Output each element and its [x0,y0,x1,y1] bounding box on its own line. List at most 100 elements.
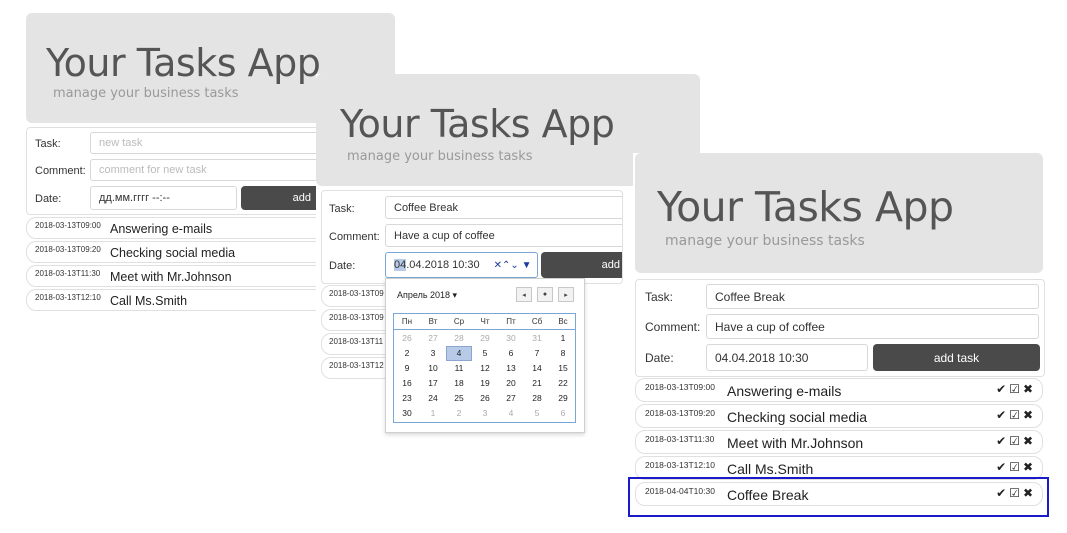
task-timestamp: 2018-03-13T12:10 [645,460,715,470]
calendar-day[interactable]: 31 [524,331,550,346]
check-icon[interactable]: ✔ [996,435,1006,447]
task-name: Meet with Mr.Johnson [727,435,864,451]
app-title: Your Tasks App [340,102,615,146]
app-title: Your Tasks App [657,183,954,231]
delete-icon[interactable]: ✖ [1023,409,1033,421]
add-task-button[interactable]: add [241,186,327,210]
calendar-day[interactable]: 15 [550,361,576,376]
calendar-day[interactable]: 5 [472,346,498,361]
panel-result: Your Tasks App manage your business task… [633,153,1045,523]
calendar-day[interactable]: 30 [498,331,524,346]
edit-icon[interactable]: ☑ [1009,435,1020,447]
comment-label: Comment: [645,320,701,334]
calendar-day[interactable]: 25 [446,391,472,406]
calendar-day[interactable]: 24 [420,391,446,406]
add-task-button[interactable]: add task [873,344,1040,371]
calendar-day[interactable]: 2 [394,346,420,361]
comment-input[interactable]: Have a cup of coffee [706,314,1039,339]
task-timestamp: 2018-03-13T12 [329,361,384,370]
calendar-day[interactable]: 20 [498,376,524,391]
calendar-day[interactable]: 6 [550,406,576,421]
calendar-popup[interactable]: Апрель 2018 ▾ ◂ ● ▸ Пн Вт Ср Чт Пт Сб Вс 26 27 28… [385,278,585,433]
task-input[interactable]: Coffee Break [385,196,622,219]
calendar-day[interactable]: 26 [394,331,420,346]
edit-icon[interactable]: ☑ [1009,383,1020,395]
date-input-focused[interactable]: 04 .04.2018 10:30 ✕⌃⌄ ▼ [385,252,538,278]
prev-month-button[interactable]: ◂ [516,287,532,302]
calendar-day[interactable]: 23 [394,391,420,406]
weekday-header: Пн [401,317,413,326]
date-controls-icon[interactable]: ✕⌃⌄ ▼ [494,260,532,271]
calendar-day[interactable]: 28 [524,391,550,406]
comment-input[interactable]: comment for new task [90,159,327,181]
task-row[interactable]: 2018-03-13T12:10 Call Ms.Smith [26,289,326,311]
calendar-day[interactable]: 1 [420,406,446,421]
calendar-day[interactable]: 13 [498,361,524,376]
task-row[interactable]: 2018-03-13T09:20 Checking social media [26,241,326,263]
weekday-header: Вт [428,317,438,326]
task-timestamp: 2018-03-13T09 [329,289,384,298]
task-input[interactable]: new task [90,132,327,154]
calendar-day[interactable]: 19 [472,376,498,391]
calendar-day[interactable]: 12 [472,361,498,376]
calendar-day[interactable]: 11 [446,361,472,376]
calendar-day[interactable]: 4 [498,406,524,421]
date-day-segment[interactable]: 04 [394,259,407,271]
calendar-day[interactable]: 5 [524,406,550,421]
task-row[interactable]: 2018-03-13T11:30 Meet with Mr.Johnson ✔ ☑ ✖ [635,430,1043,454]
date-label: Date: [645,351,674,365]
task-row[interactable]: 2018-03-13T09:00 Answering e-mails [26,217,326,239]
calendar-day[interactable]: 26 [472,391,498,406]
check-icon[interactable]: ✔ [996,461,1006,473]
calendar-day[interactable]: 29 [550,391,576,406]
month-selector[interactable]: Апрель 2018 ▾ [397,290,457,301]
calendar-day[interactable]: 7 [524,346,550,361]
jumbotron: Your Tasks App manage your business task… [635,153,1043,273]
date-input[interactable]: 04.04.2018 10:30 [706,344,868,371]
task-input[interactable]: Coffee Break [706,284,1039,309]
check-icon[interactable]: ✔ [996,383,1006,395]
check-icon[interactable]: ✔ [996,409,1006,421]
calendar-day[interactable]: 17 [420,376,446,391]
calendar-day-selected[interactable]: 4 [446,346,472,361]
calendar-day[interactable]: 10 [420,361,446,376]
calendar-day[interactable]: 30 [394,406,420,421]
calendar-day[interactable]: 29 [472,331,498,346]
task-name: Meet with Mr.Johnson [110,270,232,284]
date-input[interactable]: дд.мм.гггг --:-- [90,186,237,210]
task-label: Task: [329,203,355,215]
new-task-highlight [628,477,1049,517]
today-button[interactable]: ● [537,287,553,302]
calendar-day[interactable]: 1 [550,331,576,346]
calendar-day[interactable]: 27 [498,391,524,406]
calendar-day[interactable]: 3 [420,346,446,361]
task-form: Task: new task Comment: comment for new … [26,127,328,215]
task-name: Checking social media [110,246,236,260]
edit-icon[interactable]: ☑ [1009,409,1020,421]
delete-icon[interactable]: ✖ [1023,435,1033,447]
next-month-button[interactable]: ▸ [558,287,574,302]
calendar-day[interactable]: 8 [550,346,576,361]
task-timestamp: 2018-03-13T09:20 [35,245,101,254]
delete-icon[interactable]: ✖ [1023,461,1033,473]
task-row[interactable]: 2018-03-13T11:30 Meet with Mr.Johnson [26,265,326,287]
task-timestamp: 2018-03-13T11:30 [645,434,715,444]
calendar-day[interactable]: 22 [550,376,576,391]
calendar-day[interactable]: 6 [498,346,524,361]
task-row[interactable]: 2018-03-13T09:00 Answering e-mails ✔ ☑ ✖ [635,378,1043,402]
calendar-day[interactable]: 16 [394,376,420,391]
calendar-day[interactable]: 21 [524,376,550,391]
calendar-day[interactable]: 28 [446,331,472,346]
comment-input[interactable]: Have a cup of coffee [385,224,622,247]
comment-label: Comment: [35,165,86,177]
calendar-day[interactable]: 14 [524,361,550,376]
add-task-button[interactable]: add [541,252,622,278]
task-row[interactable]: 2018-03-13T09:20 Checking social media ✔ ☑ ✖ [635,404,1043,428]
calendar-day[interactable]: 2 [446,406,472,421]
calendar-day[interactable]: 9 [394,361,420,376]
calendar-day[interactable]: 3 [472,406,498,421]
delete-icon[interactable]: ✖ [1023,383,1033,395]
edit-icon[interactable]: ☑ [1009,461,1020,473]
calendar-day[interactable]: 18 [446,376,472,391]
calendar-day[interactable]: 27 [420,331,446,346]
